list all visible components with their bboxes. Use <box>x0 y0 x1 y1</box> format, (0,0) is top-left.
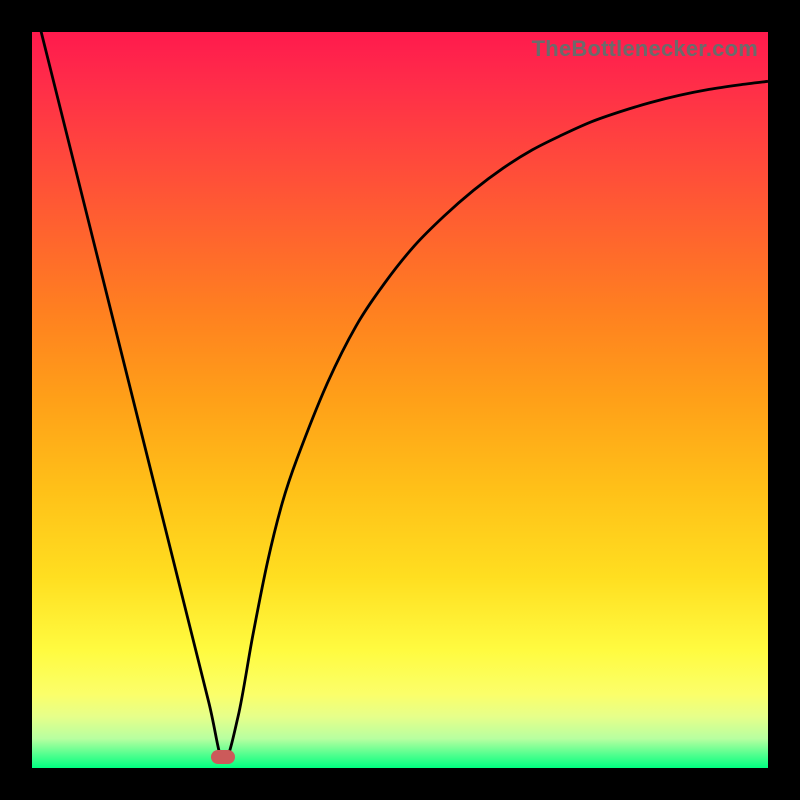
curve-svg <box>32 32 768 768</box>
plot-area: TheBottlenecker.com <box>32 32 768 768</box>
minimum-marker <box>211 750 235 764</box>
chart-frame: TheBottlenecker.com <box>0 0 800 800</box>
bottleneck-curve-path <box>32 32 768 761</box>
